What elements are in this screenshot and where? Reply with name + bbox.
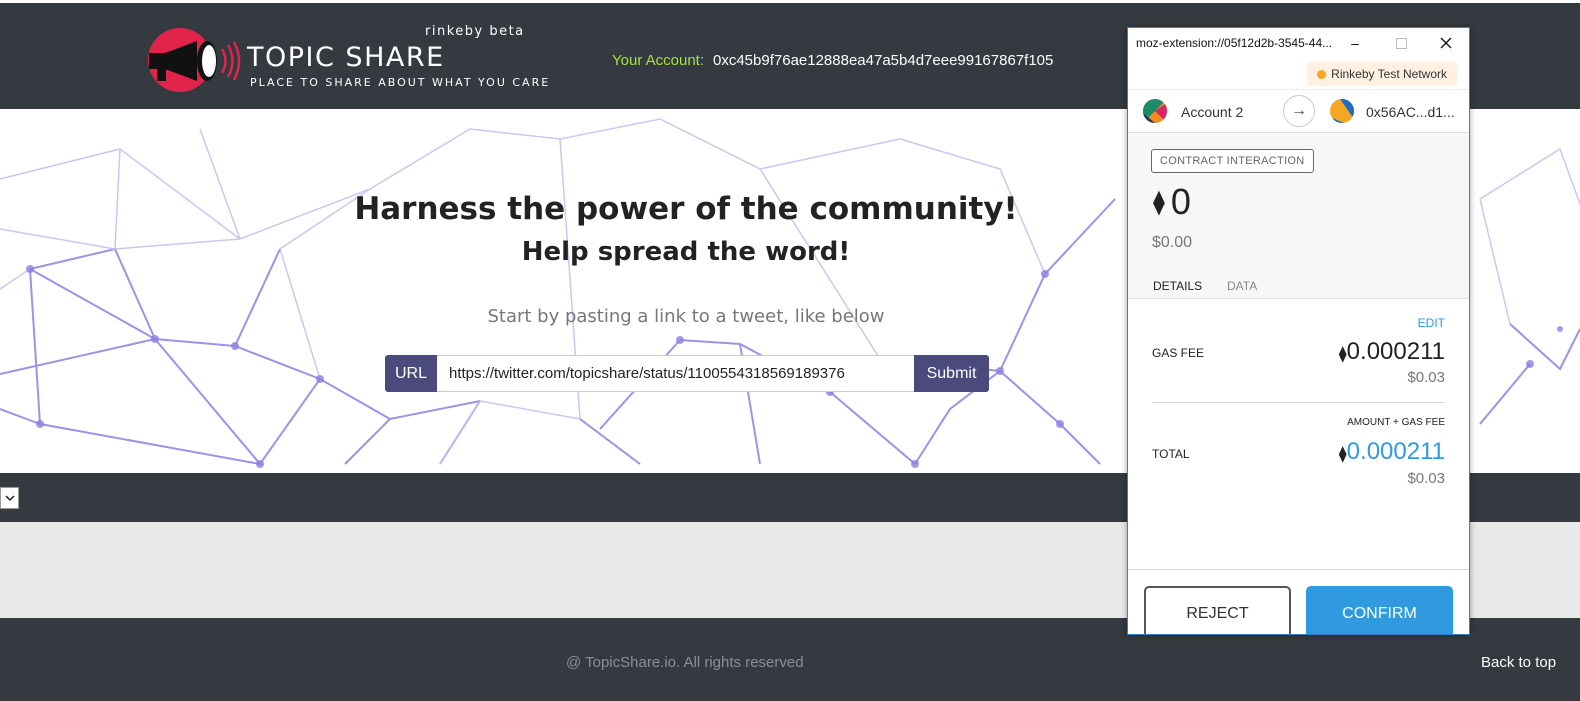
ethereum-icon: ⧫ <box>1153 188 1165 216</box>
ethereum-icon: ⧫ <box>1338 346 1347 363</box>
reject-button[interactable]: REJECT <box>1144 586 1291 634</box>
copyright-text: @ TopicShare.io. All rights reserved <box>566 654 804 671</box>
details-divider <box>1152 402 1445 403</box>
network-name: Rinkeby Test Network <box>1331 67 1447 81</box>
metamask-popup-window: moz-extension://05f12d2b-3545-44... – Ri… <box>1127 27 1470 635</box>
account-address: 0xc45b9f76ae12888ea47a5b4d7eee99167867f1… <box>713 52 1054 69</box>
sort-select[interactable] <box>0 487 19 509</box>
close-icon[interactable] <box>1431 30 1461 56</box>
details-panel: EDIT GAS FEE ⧫0.000211 $0.03 AMOUNT + GA… <box>1128 299 1469 569</box>
arrow-right-icon: → <box>1283 95 1315 127</box>
from-account-name: Account 2 <box>1181 104 1244 120</box>
action-buttons: REJECT CONFIRM <box>1128 569 1469 634</box>
total-amount: 0.000211 <box>1346 438 1445 465</box>
window-titlebar[interactable]: moz-extension://05f12d2b-3545-44... – <box>1128 28 1469 58</box>
total-label: TOTAL <box>1152 447 1190 461</box>
amount-display: ⧫ 0 <box>1153 181 1191 223</box>
gas-fee-label: GAS FEE <box>1152 346 1205 360</box>
to-account-address: 0x56AC...d1... <box>1366 104 1455 120</box>
ethereum-icon: ⧫ <box>1338 446 1347 463</box>
window-title: moz-extension://05f12d2b-3545-44... <box>1136 36 1333 50</box>
minimize-icon[interactable]: – <box>1340 30 1370 56</box>
megaphone-icon <box>149 41 241 81</box>
network-status-icon <box>1317 69 1327 79</box>
to-account-avatar <box>1330 99 1354 123</box>
network-indicator[interactable]: Rinkeby Test Network <box>1307 62 1457 86</box>
detail-tabs: DETAILS DATA <box>1128 273 1469 300</box>
url-input-group: URL Submit <box>385 355 989 392</box>
account-label: Your Account: <box>612 52 705 69</box>
gas-fee-usd: $0.03 <box>1407 369 1445 386</box>
logo-beta: rinkeby beta <box>425 24 525 39</box>
network-row: Rinkeby Test Network <box>1128 58 1469 90</box>
back-to-top-link[interactable]: Back to top <box>1481 654 1556 671</box>
tweet-url-input[interactable] <box>437 355 914 392</box>
confirm-button[interactable]: CONFIRM <box>1306 586 1453 634</box>
amount-gas-label: AMOUNT + GAS FEE <box>1347 417 1445 428</box>
amount-usd: $0.00 <box>1152 234 1193 251</box>
contract-interaction-badge: CONTRACT INTERACTION <box>1151 149 1314 173</box>
gas-fee-value: ⧫0.000211 <box>1339 338 1445 366</box>
total-usd: $0.03 <box>1407 470 1445 487</box>
gas-fee-amount: 0.000211 <box>1346 338 1445 365</box>
edit-gas-link[interactable]: EDIT <box>1418 316 1445 330</box>
tab-data[interactable]: DATA <box>1227 279 1257 293</box>
url-label: URL <box>385 355 437 392</box>
sender-recipient-row: Account 2 → 0x56AC...d1... <box>1128 90 1469 133</box>
from-account-avatar <box>1143 99 1167 123</box>
logo-tagline: PLACE TO SHARE ABOUT WHAT YOU CARE <box>250 76 551 89</box>
total-value: ⧫0.000211 <box>1339 438 1445 466</box>
chevron-down-icon <box>4 495 15 502</box>
maximize-icon[interactable] <box>1386 30 1416 56</box>
amount-value: 0 <box>1170 181 1191 222</box>
tab-details[interactable]: DETAILS <box>1153 279 1202 293</box>
logo-title[interactable]: TOPIC SHARE <box>247 42 445 73</box>
submit-button[interactable]: Submit <box>914 355 989 392</box>
